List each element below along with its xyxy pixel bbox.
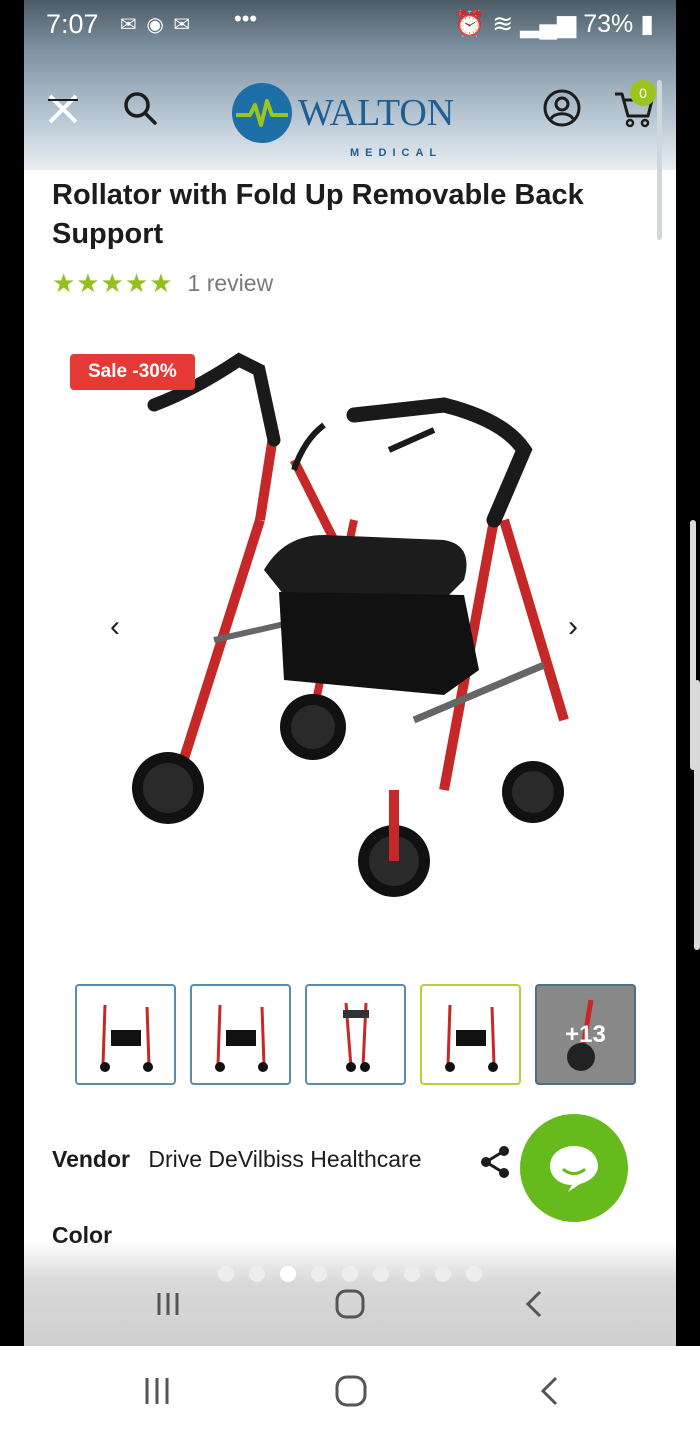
next-image-chevron-icon[interactable]: ›	[568, 610, 578, 644]
store-header: 7:07 ✉ ◉ ✉ ••• ⏰ ≋ ▂▄▆ 73% ▮ WALTON MEDI…	[24, 0, 676, 170]
notification-icons: ✉ ◉ ✉	[120, 14, 193, 36]
logo-subtext: MEDICAL	[350, 147, 443, 159]
wifi-icon: ≋	[492, 10, 514, 38]
thumbnail-3[interactable]	[305, 984, 406, 1085]
inner-nav-bar	[24, 1278, 676, 1332]
back-button[interactable]	[514, 1284, 554, 1324]
back-icon	[525, 1290, 542, 1318]
user-icon	[543, 89, 581, 127]
chat-icon	[550, 1146, 598, 1192]
thumbnail-image	[444, 1004, 498, 1072]
battery-percent: 73%	[583, 10, 634, 38]
recent-apps-icon	[157, 1293, 179, 1315]
heartbeat-logo-icon	[232, 83, 292, 143]
chat-button[interactable]	[520, 1114, 628, 1222]
home-icon	[335, 1375, 367, 1407]
store-logo[interactable]: WALTON MEDICAL	[232, 78, 472, 159]
more-images-count: +13	[565, 1020, 606, 1048]
thumbnail-image	[342, 1002, 370, 1072]
system-home-button[interactable]	[330, 1370, 372, 1412]
thumbnail-image	[214, 1004, 268, 1072]
back-icon	[540, 1376, 558, 1406]
alarm-icon: ⏰	[454, 10, 486, 38]
close-icon	[48, 94, 78, 124]
recent-apps-icon	[145, 1378, 169, 1404]
logo-wordmark: WALTON	[298, 92, 455, 134]
home-button[interactable]	[330, 1284, 370, 1324]
more-notifications-icon: •••	[234, 6, 258, 31]
thumbnail-strip: +13	[75, 984, 636, 1085]
nav-bar: WALTON MEDICAL 0	[24, 60, 676, 160]
vendor-name[interactable]: Drive DeVilbiss Healthcare	[148, 1146, 421, 1172]
product-image	[132, 352, 569, 897]
home-icon	[335, 1289, 365, 1319]
review-count-link[interactable]: 1 review	[188, 270, 274, 297]
vendor-label: Vendor	[52, 1146, 130, 1172]
search-icon	[124, 92, 157, 125]
share-button[interactable]	[478, 1144, 512, 1180]
product-rating[interactable]: ★★★★★ 1 review	[52, 268, 273, 299]
thumbnail-4[interactable]	[420, 984, 521, 1085]
search-button[interactable]	[118, 86, 162, 130]
thumbnail-image	[99, 1004, 153, 1072]
share-icon	[481, 1146, 509, 1178]
page-scrollbar[interactable]	[657, 80, 662, 240]
product-title: Rollator with Fold Up Removable Back Sup…	[52, 179, 584, 250]
status-bar: 7:07 ✉ ◉ ✉ ••• ⏰ ≋ ▂▄▆ 73% ▮	[24, 0, 676, 46]
thumbnail-1[interactable]	[75, 984, 176, 1085]
vendor-row: Vendor Drive DeVilbiss Healthcare	[52, 1146, 421, 1173]
product-image-gallery[interactable]: Sale -30% ‹ ›	[24, 320, 676, 960]
system-recent-apps-button[interactable]	[136, 1370, 178, 1412]
status-right: ⏰ ≋ ▂▄▆ 73% ▮	[454, 9, 654, 39]
rating-stars: ★★★★★	[52, 268, 174, 298]
system-back-button[interactable]	[528, 1370, 570, 1412]
previous-image-chevron-icon[interactable]: ‹	[110, 610, 120, 644]
logo-text: WALTON MEDICAL	[298, 92, 455, 159]
battery-icon: ▮	[640, 10, 654, 38]
sale-badge: Sale -30%	[70, 354, 195, 390]
cart-count-badge: 0	[630, 80, 656, 106]
account-button[interactable]	[540, 86, 584, 130]
recent-apps-button[interactable]	[148, 1284, 188, 1324]
thumbnail-more[interactable]: +13	[535, 984, 636, 1085]
edge-panel-handle-lower[interactable]	[694, 680, 700, 950]
app-screen: 7:07 ✉ ◉ ✉ ••• ⏰ ≋ ▂▄▆ 73% ▮ WALTON MEDI…	[24, 0, 676, 1346]
close-menu-button[interactable]	[42, 88, 84, 130]
system-nav-bar	[0, 1346, 700, 1439]
signal-icon: ▂▄▆	[520, 10, 577, 38]
status-time: 7:07	[46, 9, 99, 39]
thumbnail-2[interactable]	[190, 984, 291, 1085]
cart-button[interactable]: 0	[608, 80, 660, 132]
